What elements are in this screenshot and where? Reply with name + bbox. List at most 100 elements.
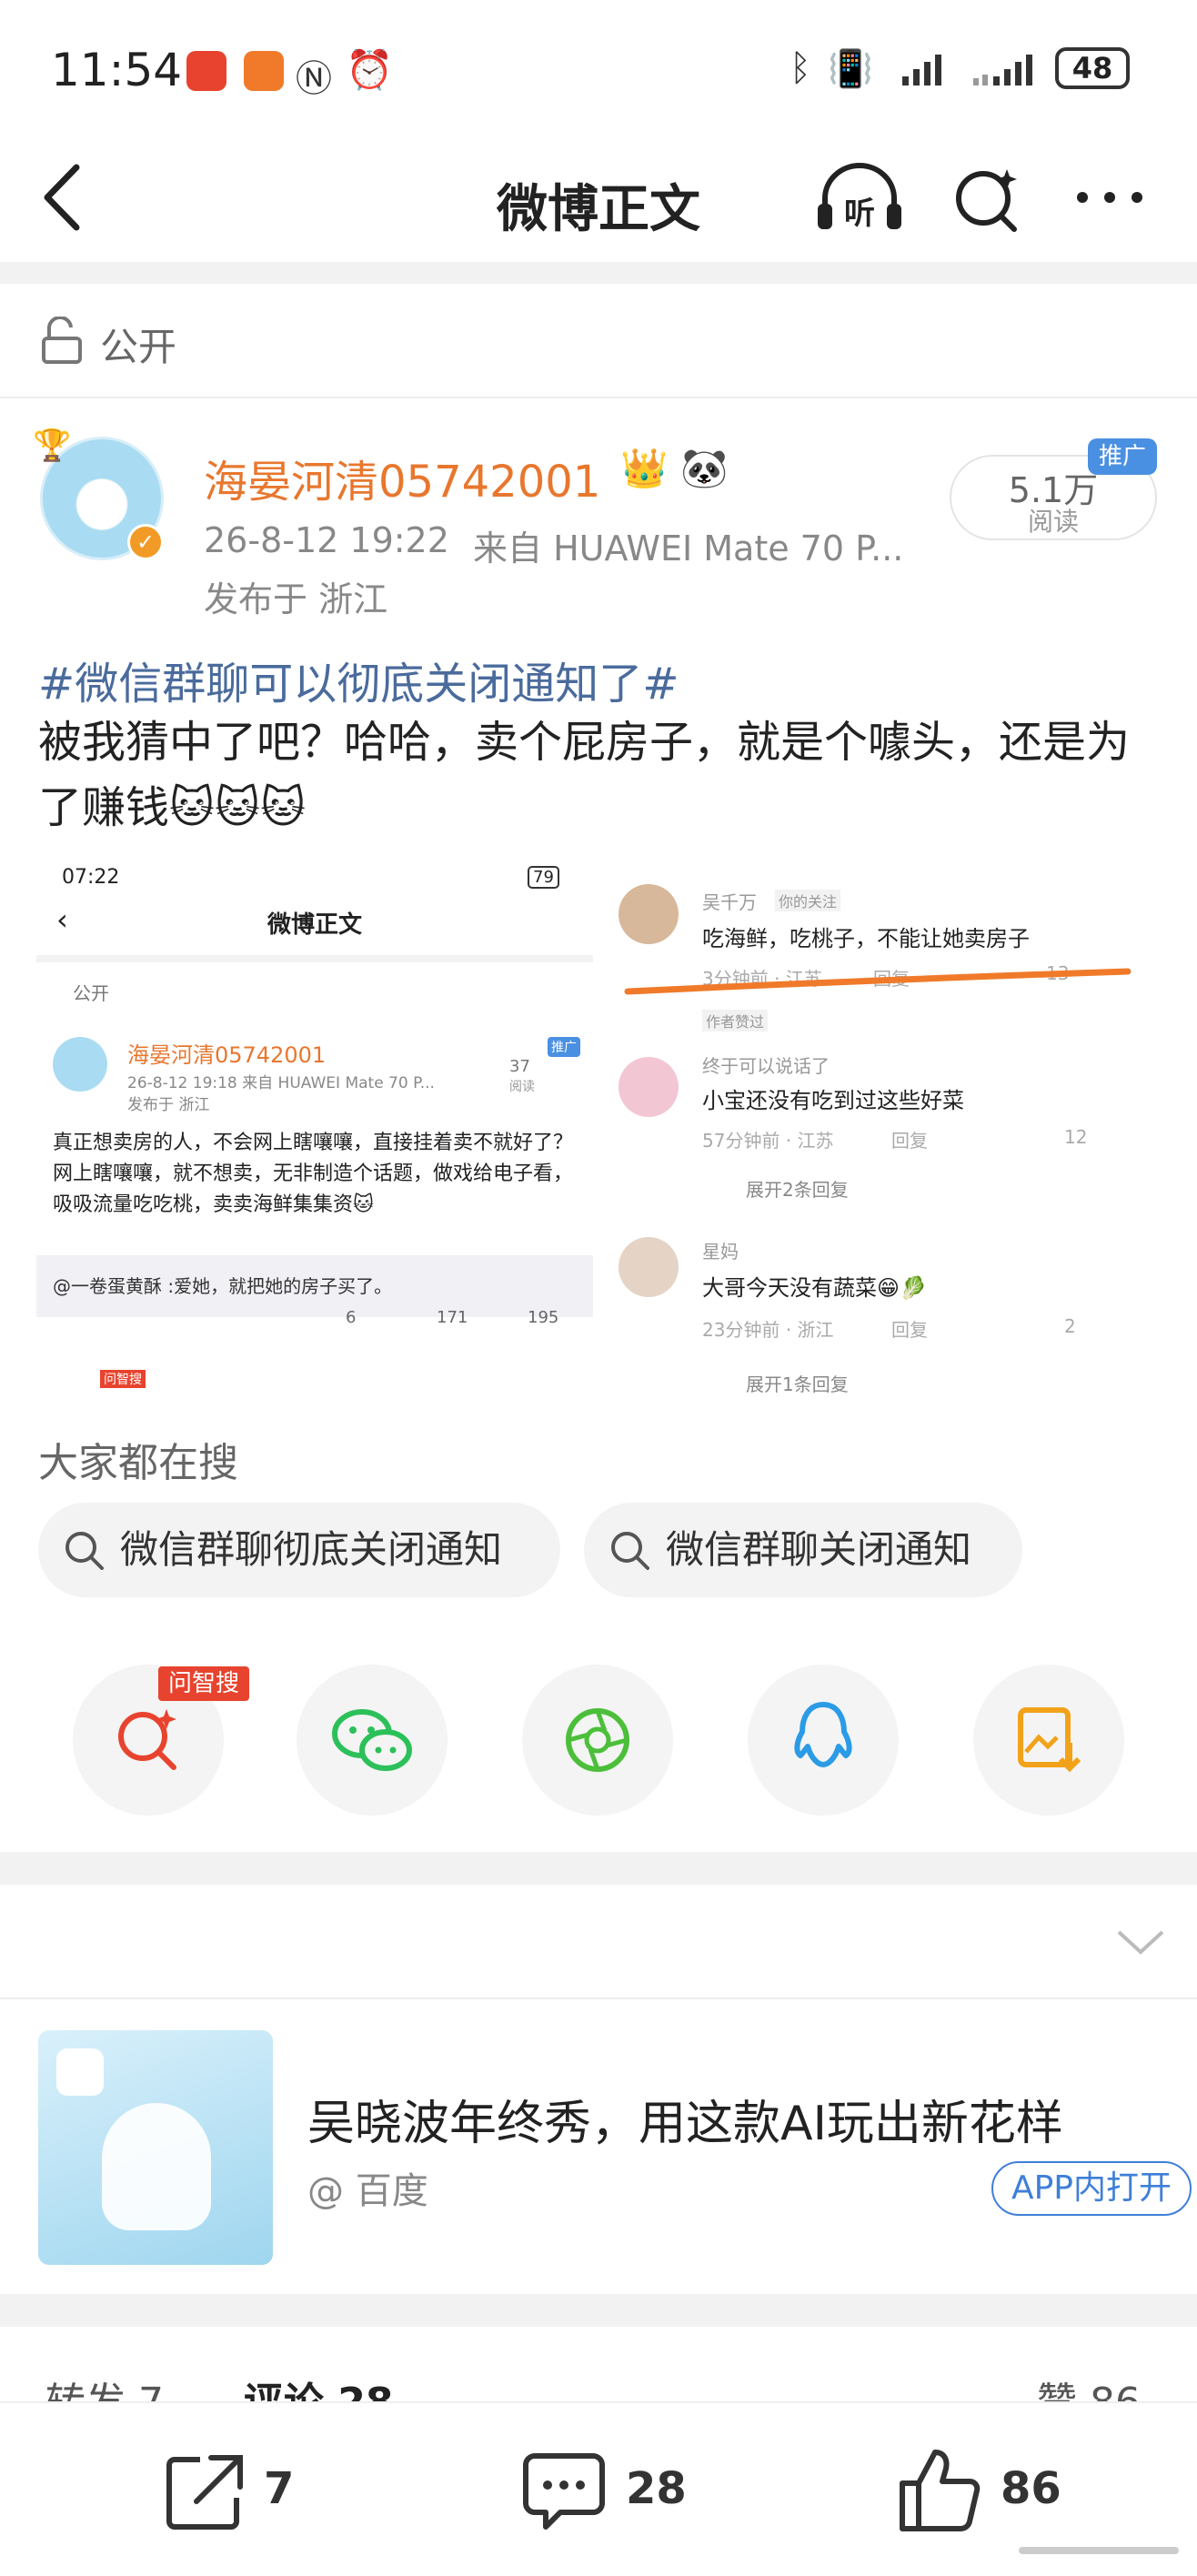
trophy-icon: 🏆 bbox=[33, 428, 72, 464]
embedded-comments-panel: 吴千万 你的关注 吃海鲜，吃桃子，不能让她卖房子 3分钟前 · 江苏 回复 13… bbox=[619, 855, 1164, 1401]
unlock-icon bbox=[42, 317, 82, 364]
moments-icon bbox=[566, 1708, 629, 1772]
share-save-image-button[interactable] bbox=[973, 1665, 1124, 1816]
nfc-icon: Ⓝ bbox=[296, 58, 332, 100]
comment-expand: 展开2条回复 bbox=[746, 1179, 849, 1201]
comment-icon[interactable] bbox=[522, 2449, 606, 2532]
crown-icon: 👑 bbox=[620, 446, 669, 490]
share-qq-button[interactable] bbox=[748, 1665, 899, 1816]
wechat-icon bbox=[332, 1709, 412, 1771]
embedded-quote: @一卷蛋黄酥 :爱她，就把她的房子买了。 bbox=[53, 1275, 393, 1297]
comment-reply: 回复 bbox=[891, 1130, 928, 1152]
author-name[interactable]: 海晏河清05742001 bbox=[204, 446, 600, 509]
embedded-time: 07:22 bbox=[62, 866, 120, 889]
verified-icon: ✓ bbox=[127, 524, 164, 560]
alarm-icon: ⏰ bbox=[346, 47, 394, 92]
embedded-promo-badge: 推广 bbox=[548, 1037, 580, 1057]
embedded-body: 真正想卖房的人，不会网上瞎嚷嚷，直接挂着卖不就好了？网上瞎嚷嚷，就不想卖，无非制… bbox=[53, 1132, 574, 1216]
visibility-label: 公开 bbox=[100, 325, 177, 369]
comment-meta: 57分钟前 · 江苏 bbox=[702, 1130, 834, 1152]
embedded-reads: 37 bbox=[509, 1057, 530, 1076]
read-label: 阅读 bbox=[1027, 507, 1079, 537]
comment-user: 星妈 bbox=[702, 1241, 739, 1263]
open-in-app-button[interactable]: APP内打开 bbox=[991, 2161, 1192, 2216]
hashtag-link[interactable]: #微信群聊可以彻底关闭通知了# bbox=[38, 648, 679, 711]
ad-title[interactable]: 吴晓波年终秀，用这款AI玩出新花样 bbox=[307, 2085, 1063, 2153]
post-location: 发布于 浙江 bbox=[204, 579, 388, 619]
qq-icon bbox=[794, 1702, 852, 1767]
huawei-store-icon bbox=[186, 51, 226, 91]
embedded-meta: 26-8-12 19:18 来自 HUAWEI Mate 70 P... bbox=[127, 1074, 435, 1092]
signal-2-icon bbox=[973, 55, 1032, 86]
embedded-avatar bbox=[53, 1037, 107, 1092]
listen-icon[interactable]: 听 bbox=[814, 162, 905, 235]
ask-search-badge: 问智搜 bbox=[158, 1666, 249, 1701]
embedded-author: 海晏河清05742001 bbox=[127, 1042, 327, 1068]
embedded-comment-count: 171 bbox=[437, 1308, 468, 1327]
comment-count: 28 bbox=[626, 2463, 687, 2514]
embedded-title: 微博正文 bbox=[267, 911, 362, 939]
embedded-like-count: 195 bbox=[528, 1308, 559, 1327]
comment-text: 大哥今天没有蔬菜😁🥬 bbox=[702, 1275, 927, 1301]
vibrate-icon: 📳 bbox=[828, 48, 873, 90]
embedded-left-panel: 07:22 79 ‹ 微博正文 公开 海晏河清05742001 26-8-12 … bbox=[36, 855, 593, 1401]
svg-text:听: 听 bbox=[844, 196, 875, 232]
ai-search-icon bbox=[118, 1709, 176, 1770]
more-icon[interactable] bbox=[1073, 184, 1146, 211]
like-count: 86 bbox=[1001, 2463, 1061, 2514]
app-notification-icon bbox=[244, 51, 284, 91]
comment-meta: 23分钟前 · 浙江 bbox=[702, 1319, 834, 1341]
search-icon bbox=[611, 1532, 649, 1570]
search-chip-1[interactable]: 微信群聊彻底关闭通知 bbox=[38, 1503, 560, 1597]
share-icon[interactable] bbox=[164, 2449, 247, 2532]
ai-search-icon[interactable] bbox=[951, 162, 1023, 235]
comment-author-liked: 作者赞过 bbox=[702, 1010, 769, 1031]
comment-likes: 2 bbox=[1064, 1315, 1076, 1337]
embedded-share-count: 6 bbox=[346, 1308, 357, 1327]
comment-text: 小宝还没有吃到过这些好菜 bbox=[702, 1088, 964, 1113]
status-time: 11:54 bbox=[51, 44, 183, 96]
search-heading: 大家都在搜 bbox=[38, 1440, 238, 1486]
divider bbox=[0, 397, 1197, 398]
status-bar: 11:54 Ⓝ ⏰ ᛒ 📳 48 bbox=[0, 0, 1197, 136]
embedded-reads-label: 阅读 bbox=[509, 1080, 535, 1094]
ad-thumbnail[interactable] bbox=[38, 2030, 273, 2265]
divider bbox=[0, 1852, 1197, 1885]
save-image-icon bbox=[1018, 1707, 1081, 1773]
bluetooth-icon: ᛒ bbox=[790, 47, 811, 89]
comment-user: 终于可以说话了 bbox=[702, 1055, 830, 1077]
share-moments-button[interactable] bbox=[522, 1665, 673, 1816]
comment-user: 吴千万 bbox=[702, 891, 757, 913]
comment-tag: 你的关注 bbox=[775, 890, 841, 911]
chevron-down-icon[interactable] bbox=[1115, 1927, 1166, 1956]
embedded-quote-box: @一卷蛋黄酥 :爱她，就把她的房子买了。 bbox=[36, 1255, 593, 1317]
baidu-ai-logo-icon bbox=[56, 2048, 104, 2096]
battery-icon: 48 bbox=[1055, 47, 1130, 89]
share-count: 7 bbox=[264, 2463, 295, 2514]
post-source: 来自 HUAWEI Mate 70 P... bbox=[473, 528, 904, 569]
post-image[interactable]: 07:22 79 ‹ 微博正文 公开 海晏河清05742001 26-8-12 … bbox=[36, 855, 1164, 1401]
comment-avatar bbox=[619, 1237, 679, 1297]
share-wechat-button[interactable] bbox=[297, 1665, 448, 1816]
home-indicator bbox=[1019, 2547, 1179, 2554]
comment-text: 吃海鲜，吃桃子，不能让她卖房子 bbox=[702, 926, 1030, 951]
comment-reply: 回复 bbox=[891, 1319, 928, 1341]
embedded-battery: 79 bbox=[528, 866, 559, 889]
ad-source: @ 百度 bbox=[307, 2170, 428, 2212]
post-time: 26-8-12 19:22 bbox=[204, 520, 449, 560]
like-icon[interactable] bbox=[895, 2443, 982, 2534]
signal-1-icon bbox=[902, 55, 941, 86]
ad-mascot-image bbox=[102, 2103, 211, 2230]
orange-underline bbox=[624, 968, 1132, 995]
promo-badge: 推广 bbox=[1088, 438, 1157, 475]
divider bbox=[0, 262, 1197, 284]
divider bbox=[0, 1997, 1197, 1999]
embedded-location: 发布于 浙江 bbox=[127, 1096, 210, 1114]
top-bar: 微博正文 听 bbox=[0, 136, 1197, 255]
panda-icon: 🐼 bbox=[680, 446, 729, 490]
comment-expand: 展开1条回复 bbox=[746, 1374, 849, 1395]
embedded-ask-badge: 问智搜 bbox=[100, 1370, 146, 1388]
search-chip-2[interactable]: 微信群聊关闭通知 bbox=[584, 1503, 1022, 1597]
search-icon bbox=[65, 1532, 104, 1570]
divider bbox=[0, 2294, 1197, 2327]
